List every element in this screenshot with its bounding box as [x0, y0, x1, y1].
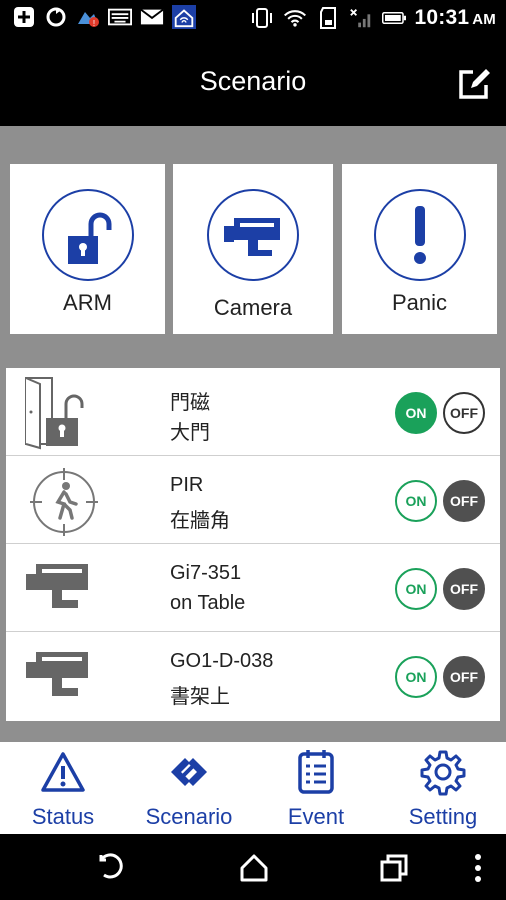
- more-options-icon[interactable]: [462, 852, 494, 884]
- clock-time: 10:31: [414, 6, 470, 29]
- off-button[interactable]: OFF: [443, 568, 485, 610]
- tab-status[interactable]: Status: [0, 742, 126, 834]
- battery-icon: [381, 7, 406, 29]
- panic-tile[interactable]: Panic: [342, 164, 497, 334]
- sync-icon: [44, 6, 68, 28]
- status-bar: ! 10:31 AM: [0, 0, 506, 36]
- warning-icon: [41, 752, 85, 792]
- device-location: on Table: [170, 592, 246, 614]
- tab-scenario[interactable]: Scenario: [126, 742, 252, 834]
- back-icon[interactable]: [96, 852, 128, 884]
- off-button[interactable]: OFF: [443, 656, 485, 698]
- motion-sensor-icon: [30, 468, 98, 536]
- system-nav-bar: [0, 834, 506, 900]
- on-button[interactable]: ON: [395, 480, 437, 522]
- app-bar: Scenario: [0, 36, 506, 126]
- camera-icon: [207, 189, 299, 281]
- panic-label: Panic: [391, 290, 448, 315]
- camera-tile[interactable]: Camera: [173, 164, 333, 334]
- bottom-nav: Status Scenario Event Setting: [0, 742, 506, 834]
- camera-icon: [26, 564, 88, 608]
- add-box-icon: [12, 6, 36, 28]
- recent-apps-icon[interactable]: [378, 852, 410, 884]
- device-location: 在牆角: [170, 510, 230, 532]
- tab-setting[interactable]: Setting: [380, 742, 506, 834]
- tab-event-label: Event: [287, 804, 345, 829]
- device-row-camera-1[interactable]: Gi7-351 on Table ON OFF: [6, 544, 500, 632]
- device-location: 大門: [170, 422, 210, 444]
- device-name: GO1-D-038: [170, 650, 274, 672]
- device-location: 書架上: [170, 686, 230, 708]
- page-title: Scenario: [199, 66, 307, 96]
- home-wifi-app-icon: [172, 5, 196, 29]
- clock-ampm: AM: [472, 11, 496, 28]
- device-name: PIR: [170, 474, 204, 496]
- mail-icon: [140, 6, 164, 28]
- device-name: Gi7-351: [170, 562, 242, 584]
- device-list: 門磁 大門 ON OFF PIR 在牆角 ON OFF Gi7-351 on T…: [6, 368, 500, 721]
- tab-event[interactable]: Event: [253, 742, 379, 834]
- exclamation-icon: [373, 189, 466, 281]
- device-name: 門磁: [170, 392, 210, 414]
- no-signal-icon: [349, 7, 373, 29]
- on-button[interactable]: ON: [395, 656, 437, 698]
- weather-alert-icon: !: [76, 6, 100, 28]
- scenario-content: ARM Camera Panic 門磁 大門 ON OFF PIR 在牆角 ON…: [0, 126, 506, 742]
- gear-icon: [420, 750, 466, 796]
- on-button[interactable]: ON: [395, 568, 437, 610]
- wifi-icon: [283, 7, 307, 29]
- tab-setting-label: Setting: [408, 804, 478, 829]
- svg-text:!: !: [93, 19, 95, 28]
- door-sensor-icon: [25, 377, 84, 450]
- clock: 10:31 AM: [415, 6, 496, 30]
- scenario-icon: [171, 758, 207, 786]
- event-list-icon: [298, 750, 334, 794]
- notification-icons: !: [12, 5, 196, 29]
- device-row-pir[interactable]: PIR 在牆角 ON OFF: [6, 456, 500, 544]
- unlocked-padlock-icon: [41, 189, 134, 281]
- arm-label: ARM: [63, 290, 112, 315]
- edit-button[interactable]: [456, 66, 492, 102]
- device-row-camera-2[interactable]: GO1-D-038 書架上 ON OFF: [6, 632, 500, 720]
- on-button[interactable]: ON: [395, 392, 437, 434]
- camera-label: Camera: [213, 295, 293, 320]
- system-indicators: 10:31 AM: [250, 4, 496, 32]
- off-button[interactable]: OFF: [443, 392, 485, 434]
- keyboard-icon: [108, 6, 132, 28]
- vibrate-icon: [250, 7, 274, 29]
- arm-tile[interactable]: ARM: [10, 164, 165, 334]
- camera-icon: [26, 652, 88, 696]
- tab-scenario-label: Scenario: [145, 804, 233, 829]
- device-row-door[interactable]: 門磁 大門 ON OFF: [6, 368, 500, 456]
- sd-card-icon: [316, 7, 340, 29]
- home-icon[interactable]: [238, 852, 270, 884]
- edit-icon: [459, 69, 490, 99]
- off-button[interactable]: OFF: [443, 480, 485, 522]
- tab-status-label: Status: [31, 804, 95, 829]
